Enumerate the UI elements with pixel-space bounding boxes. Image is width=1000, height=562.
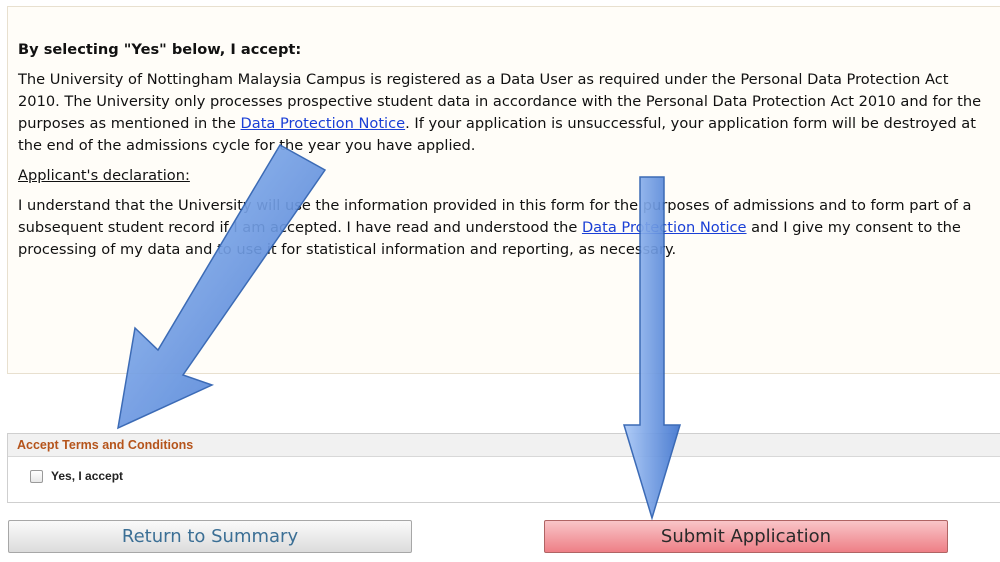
submit-application-button[interactable]: Submit Application: [544, 520, 948, 553]
accept-terms-checkbox[interactable]: [30, 469, 43, 483]
return-to-summary-button[interactable]: Return to Summary: [8, 520, 412, 553]
notice-heading: By selecting "Yes" below, I accept:: [18, 41, 302, 58]
accept-terms-row[interactable]: Yes, I accept: [30, 469, 123, 483]
accept-terms-header: Accept Terms and Conditions: [8, 434, 1000, 457]
data-protection-notice-panel: By selecting "Yes" below, I accept: The …: [7, 6, 1000, 374]
accept-terms-panel: Accept Terms and Conditions Yes, I accep…: [7, 433, 1000, 503]
notice-content: By selecting "Yes" below, I accept: The …: [18, 39, 993, 269]
accept-terms-checkbox-label: Yes, I accept: [51, 469, 124, 483]
data-protection-notice-link-2[interactable]: Data Protection Notice: [582, 219, 747, 236]
notice-paragraph-1: The University of Nottingham Malaysia Ca…: [18, 69, 993, 157]
notice-paragraph-2: I understand that the University will us…: [18, 195, 993, 261]
data-protection-notice-link-1[interactable]: Data Protection Notice: [241, 115, 406, 132]
applicant-declaration-label: Applicant's declaration:: [18, 167, 190, 184]
